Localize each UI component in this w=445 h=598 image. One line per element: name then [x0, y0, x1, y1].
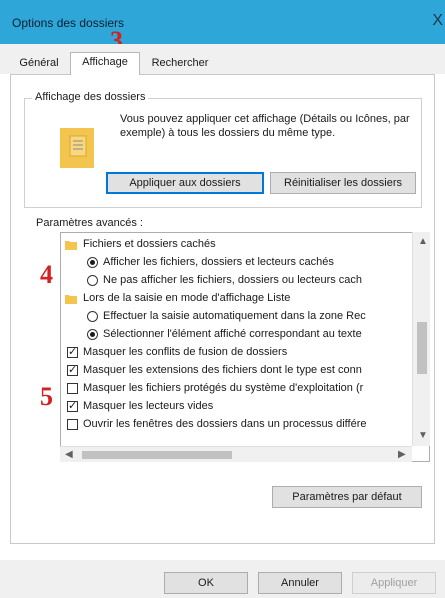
scroll-right-icon[interactable]: ▶: [398, 449, 406, 460]
horizontal-scrollbar[interactable]: ◀ ▶: [60, 446, 412, 462]
checkbox[interactable]: ✓: [67, 400, 78, 412]
list-item[interactable]: Afficher les fichiers, dossiers et lecte…: [61, 255, 429, 270]
annotation-step-4: 4: [40, 260, 53, 289]
folder-views-description: Vous pouvez appliquer cet affichage (Dét…: [120, 113, 410, 139]
horizontal-scroll-thumb[interactable]: [82, 451, 232, 459]
list-item-label: Masquer les extensions des fichiers dont…: [83, 364, 362, 376]
list-item[interactable]: ✓ Masquer les conflits de fusion de doss…: [61, 345, 429, 360]
tab-general[interactable]: Général: [10, 54, 68, 74]
list-item-label: Fichiers et dossiers cachés: [83, 238, 216, 250]
radio-button[interactable]: [87, 257, 98, 268]
list-item-label: Masquer les conflits de fusion de dossie…: [83, 346, 288, 358]
tab-strip: Général Affichage Rechercher: [0, 44, 445, 75]
scroll-up-icon[interactable]: ▲: [418, 236, 428, 247]
list-item-label: Ne pas afficher les fichiers, dossiers o…: [103, 274, 363, 286]
list-item[interactable]: Effectuer la saisie automatiquement dans…: [61, 309, 429, 324]
apply-to-folders-button[interactable]: Appliquer aux dossiers: [106, 172, 264, 194]
folder-icon: [65, 241, 77, 250]
advanced-settings-label: Paramètres avancés :: [36, 217, 143, 229]
folder-views-title: Affichage des dossiers: [32, 91, 149, 103]
list-item[interactable]: Ouvrir les fenêtres des dossiers dans un…: [61, 417, 429, 432]
radio-button[interactable]: [87, 311, 98, 322]
cancel-button[interactable]: Annuler: [258, 572, 342, 594]
tab-rechercher[interactable]: Rechercher: [142, 54, 218, 74]
vertical-scroll-thumb[interactable]: [417, 322, 427, 374]
checkbox[interactable]: ✓: [67, 364, 78, 376]
scroll-down-icon[interactable]: ▼: [418, 430, 428, 441]
folder-icon: [65, 295, 77, 304]
list-item[interactable]: Ne pas afficher les fichiers, dossiers o…: [61, 273, 429, 288]
list-item-label: Afficher les fichiers, dossiers et lecte…: [103, 256, 334, 268]
list-item[interactable]: Masquer les fichiers protégés du système…: [61, 381, 429, 396]
scroll-left-icon[interactable]: ◀: [65, 449, 73, 460]
folder-view-icon: [60, 128, 94, 168]
advanced-settings-list[interactable]: Fichiers et dossiers cachés Afficher les…: [60, 232, 430, 462]
list-item-label: Effectuer la saisie automatiquement dans…: [103, 310, 366, 322]
list-item: Fichiers et dossiers cachés: [61, 237, 429, 252]
check-mark-icon: ✓: [68, 364, 78, 376]
list-item[interactable]: Sélectionner l'élément affiché correspon…: [61, 327, 429, 342]
ok-button[interactable]: OK: [164, 572, 248, 594]
close-icon[interactable]: X: [432, 12, 443, 30]
list-item-label: Masquer les fichiers protégés du système…: [83, 382, 364, 394]
list-item-label: Lors de la saisie en mode d'affichage Li…: [83, 292, 291, 304]
window-title: Options des dossiers: [12, 16, 125, 30]
radio-button[interactable]: [87, 275, 98, 286]
check-mark-icon: ✓: [68, 346, 78, 358]
list-item[interactable]: ✓ Masquer les extensions des fichiers do…: [61, 363, 429, 378]
check-mark-icon: ✓: [68, 400, 78, 412]
restore-defaults-button[interactable]: Paramètres par défaut: [272, 486, 422, 508]
list-item: Lors de la saisie en mode d'affichage Li…: [61, 291, 429, 306]
list-item-label: Sélectionner l'élément affiché correspon…: [103, 328, 362, 340]
apply-button[interactable]: Appliquer: [352, 572, 436, 594]
radio-button[interactable]: [87, 329, 98, 340]
title-bar: Options des dossiers X: [0, 0, 445, 44]
vertical-scrollbar[interactable]: ▲ ▼: [412, 232, 430, 446]
checkbox[interactable]: ✓: [67, 346, 78, 358]
reset-folders-button[interactable]: Réinitialiser les dossiers: [270, 172, 416, 194]
checkbox[interactable]: [67, 383, 78, 394]
radio-selected-dot: [90, 332, 95, 337]
annotation-step-5: 5: [40, 382, 53, 411]
checkbox[interactable]: [67, 419, 78, 430]
list-item-label: Masquer les lecteurs vides: [83, 400, 214, 412]
tab-affichage[interactable]: Affichage: [70, 52, 140, 75]
list-item[interactable]: ✓ Masquer les lecteurs vides: [61, 399, 429, 414]
radio-selected-dot: [90, 260, 95, 265]
list-item-label: Ouvrir les fenêtres des dossiers dans un…: [83, 418, 367, 430]
